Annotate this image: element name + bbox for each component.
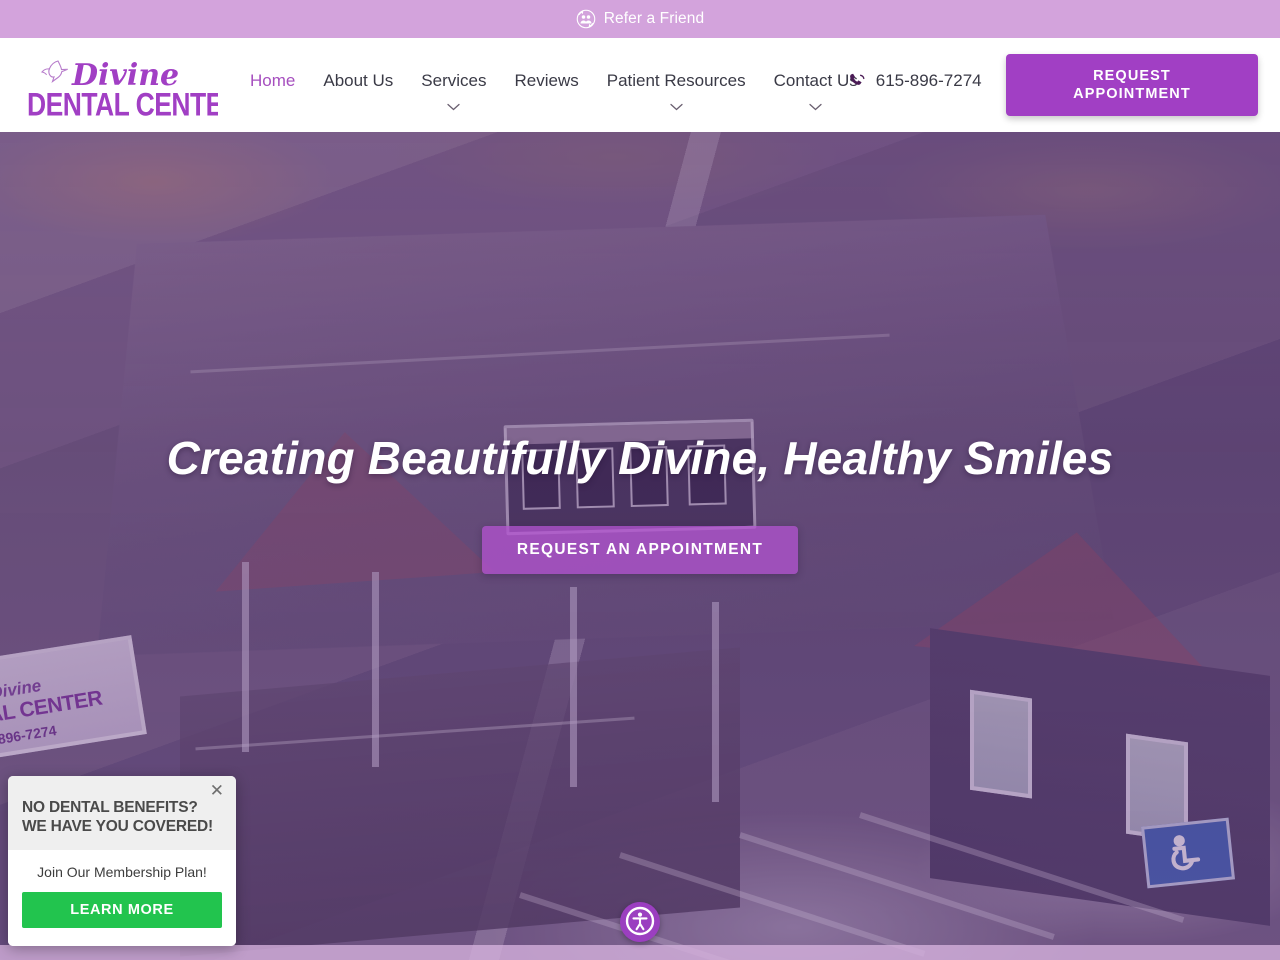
membership-popup-body: Join Our Membership Plan! LEARN MORE [8,850,236,946]
refer-a-friend-bar: Refer a Friend [0,0,1280,38]
hero-headline: Creating Beautifully Divine, Healthy Smi… [166,431,1114,484]
nav-item-services[interactable]: Services [407,67,500,111]
nav-item-about-us[interactable]: About Us [309,67,407,95]
request-appointment-button[interactable]: REQUEST APPOINTMENT [1006,54,1258,116]
header-phone-link[interactable]: 615-896-7274 [849,67,982,95]
refer-a-friend-link[interactable]: Refer a Friend [576,9,704,29]
accessibility-widget-button[interactable] [620,902,660,942]
hero-request-appointment-button[interactable]: REQUEST AN APPOINTMENT [482,526,798,575]
membership-plan-popup: ✕ NO DENTAL BENEFITS? WE HAVE YOU COVERE… [8,776,236,946]
nav-item-about-us-label: About Us [323,71,394,90]
nav-item-home-label: Home [250,71,296,90]
site-logo[interactable]: Divine DENTAL CENTER [26,49,218,121]
nav-item-reviews-label: Reviews [514,71,579,90]
site-header: Divine DENTAL CENTER Home About Us Servi… [0,38,1280,132]
membership-popup-subtext: Join Our Membership Plan! [37,864,207,880]
nav-item-home[interactable]: Home [236,67,309,95]
chevron-down-icon [670,98,683,111]
membership-popup-headline-2: WE HAVE YOU COVERED! [22,818,213,835]
nav-item-services-label: Services [421,71,487,90]
svg-text:DENTAL CENTER: DENTAL CENTER [27,87,218,121]
nav-item-patient-resources[interactable]: Patient Resources [593,67,760,111]
nav-item-contact-us-label: Contact Us [773,71,858,90]
membership-popup-headline-1: NO DENTAL BENEFITS? [22,799,198,816]
phone-icon [848,72,866,90]
close-icon[interactable]: ✕ [206,780,228,801]
chevron-down-icon [809,98,822,111]
chevron-down-icon [447,98,461,111]
bottom-accent-strip [0,945,1280,960]
header-phone-number: 615-896-7274 [875,71,982,90]
request-appointment-line1: REQUEST [1093,68,1171,84]
membership-popup-header: ✕ NO DENTAL BENEFITS? WE HAVE YOU COVERE… [8,776,236,850]
refer-a-friend-label: Refer a Friend [603,10,705,27]
request-appointment-line2: APPOINTMENT [1073,86,1191,102]
nav-item-patient-resources-label: Patient Resources [606,71,746,90]
learn-more-button[interactable]: LEARN MORE [22,892,222,928]
accessibility-person-icon [624,905,656,940]
nav-item-reviews[interactable]: Reviews [500,67,592,95]
refer-a-friend-people-icon [576,9,596,29]
